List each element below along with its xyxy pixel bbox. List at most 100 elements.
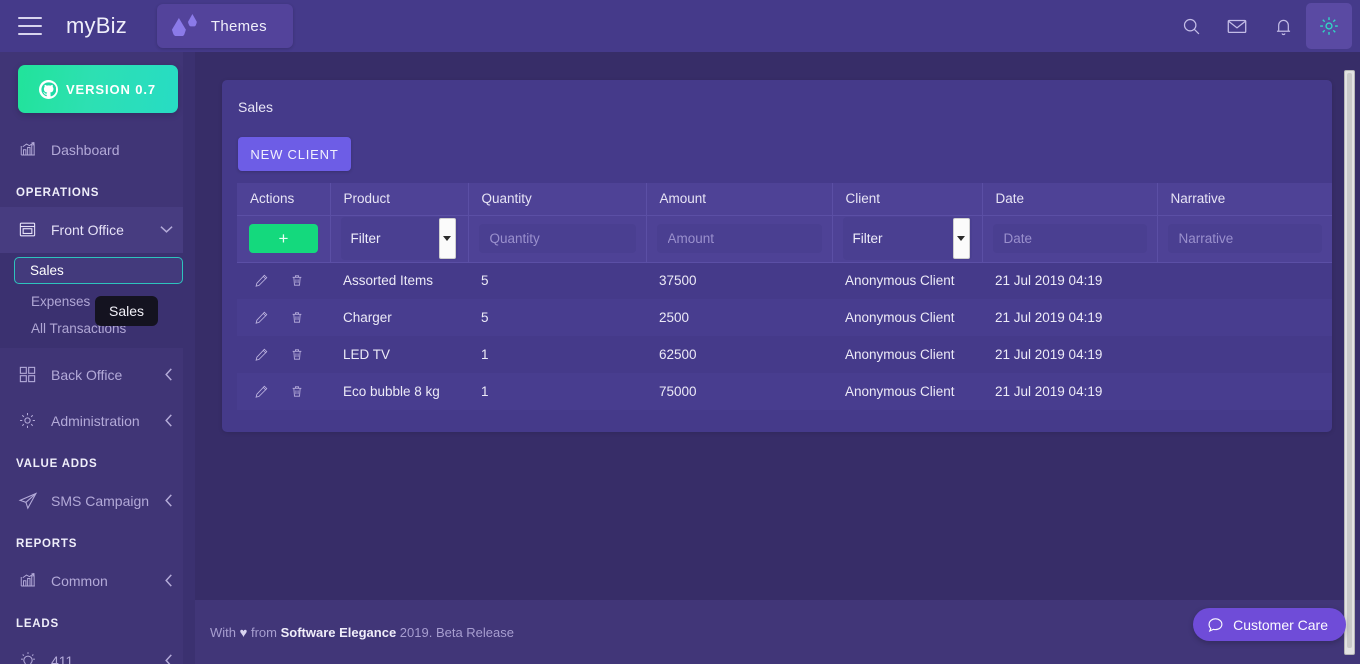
water-drop-icon — [171, 13, 201, 39]
cell-client: Anonymous Client — [832, 299, 982, 336]
chevron-left-icon — [164, 493, 173, 509]
sales-table: Actions Product Quantity Amount Client D… — [237, 183, 1332, 410]
chevron-left-icon — [164, 413, 173, 429]
chat-bubble-icon — [1208, 618, 1223, 632]
filter-cell-product: Filter — [330, 215, 469, 263]
sidebar-section-value-adds: VALUE ADDS — [16, 458, 98, 470]
sidebar-item-label: 411 — [51, 653, 74, 664]
column-header-date[interactable]: Date — [982, 183, 1158, 216]
delete-trash-icon[interactable] — [290, 310, 304, 325]
table-row: Charger 5 2500 Anonymous Client 21 Jul 2019 … — [237, 299, 1332, 336]
table-row: Assorted Items 5 37500 Anonymous Client 21 J… — [237, 262, 1332, 299]
footer-middle: from — [247, 625, 281, 640]
column-header-quantity[interactable]: Quantity — [468, 183, 647, 216]
footer-suffix: 2019. Beta Release — [396, 625, 514, 640]
column-header-narrative[interactable]: Narrative — [1157, 183, 1332, 216]
sidebar-item-label: Dashboard — [51, 142, 120, 158]
page-title: Sales — [238, 99, 274, 115]
sidebar-item-label: Front Office — [51, 222, 124, 238]
date-filter-input[interactable] — [992, 224, 1147, 253]
brand-logo[interactable]: myBiz — [66, 13, 127, 39]
footer: With ♥ from Software Elegance 2019. Beta… — [195, 600, 1360, 664]
cell-client: Anonymous Client — [832, 336, 982, 373]
sidebar-item-dashboard[interactable]: Dashboard — [0, 127, 195, 173]
quantity-filter-input[interactable] — [478, 224, 636, 253]
sidebar-section-leads: LEADS — [16, 618, 59, 630]
grid-icon — [18, 365, 40, 385]
sidebar-subitem-label: Expenses — [31, 294, 91, 309]
cell-amount: 37500 — [646, 262, 832, 299]
sidebar-section-operations: OPERATIONS — [16, 187, 100, 199]
sidebar-item-sales[interactable]: Sales — [14, 257, 183, 284]
filter-cell-date — [982, 215, 1158, 263]
column-header-actions[interactable]: Actions — [237, 183, 331, 216]
filter-cell-client: Filter — [832, 215, 983, 263]
sidebar-item-front-office[interactable]: Front Office — [0, 207, 195, 253]
edit-pencil-icon[interactable] — [254, 384, 269, 399]
customer-care-label: Customer Care — [1233, 616, 1328, 633]
column-header-product[interactable]: Product — [330, 183, 469, 216]
delete-trash-icon[interactable] — [290, 273, 304, 288]
table-row: LED TV 1 62500 Anonymous Client 21 Jul 2019 … — [237, 336, 1332, 373]
column-header-amount[interactable]: Amount — [646, 183, 833, 216]
sidebar-item-411[interactable]: 411 — [0, 638, 195, 664]
gear-icon[interactable] — [1306, 3, 1352, 49]
edit-pencil-icon[interactable] — [254, 310, 269, 325]
new-client-button[interactable]: NEW CLIENT — [238, 137, 351, 171]
sidebar-item-sms-campaign[interactable]: SMS Campaign — [0, 478, 195, 524]
client-filter-select[interactable]: Filter — [842, 217, 972, 260]
themes-button[interactable]: Themes — [156, 4, 293, 48]
cell-date: 21 Jul 2019 04:19 — [982, 336, 1157, 373]
edit-pencil-icon[interactable] — [254, 347, 269, 362]
footer-prefix: With — [210, 625, 240, 640]
cell-amount: 62500 — [646, 336, 832, 373]
gear-icon — [18, 411, 40, 431]
top-bar-actions — [1168, 0, 1360, 52]
sidebar-edge — [183, 52, 195, 664]
sidebar: VERSION 0.7 Dashboard OPERATIONS Front O… — [0, 52, 195, 664]
cell-quantity: 5 — [468, 299, 646, 336]
sidebar-item-back-office[interactable]: Back Office — [0, 352, 195, 398]
paper-plane-icon — [18, 491, 40, 511]
cell-narrative — [1157, 262, 1332, 299]
cell-amount: 75000 — [646, 373, 832, 410]
sidebar-item-common[interactable]: Common — [0, 558, 195, 604]
themes-button-label: Themes — [210, 17, 267, 35]
column-header-client[interactable]: Client — [832, 183, 983, 216]
version-badge[interactable]: VERSION 0.7 — [17, 65, 178, 113]
cell-client: Anonymous Client — [832, 373, 982, 410]
cell-narrative — [1157, 299, 1332, 336]
chevron-down-icon — [160, 224, 173, 236]
delete-trash-icon[interactable] — [290, 347, 304, 362]
table-row: Eco bubble 8 kg 1 75000 Anonymous Client 21 … — [237, 373, 1332, 410]
footer-credit: With ♥ from Software Elegance 2019. Beta… — [210, 625, 514, 640]
cell-product: Assorted Items — [330, 262, 468, 299]
mail-icon[interactable] — [1214, 3, 1260, 49]
chart-bar-icon — [18, 140, 40, 160]
footer-company: Software Elegance — [280, 625, 397, 640]
cell-quantity: 1 — [468, 373, 646, 410]
narrative-filter-input[interactable] — [1167, 224, 1322, 253]
add-row-button[interactable]: + — [249, 224, 318, 253]
amount-filter-input[interactable] — [656, 224, 822, 253]
cell-date: 21 Jul 2019 04:19 — [982, 262, 1157, 299]
chevron-left-icon — [164, 573, 173, 589]
chart-bar-icon — [18, 571, 40, 591]
sidebar-scrollbar[interactable] — [1344, 70, 1355, 655]
version-badge-label: VERSION 0.7 — [65, 81, 157, 97]
cell-quantity: 5 — [468, 262, 646, 299]
bell-icon[interactable] — [1260, 3, 1306, 49]
product-filter-select[interactable]: Filter — [340, 217, 458, 260]
customer-care-button[interactable]: Customer Care — [1193, 608, 1346, 641]
top-bar: myBiz Themes — [0, 0, 1360, 52]
sidebar-item-label: SMS Campaign — [51, 493, 150, 509]
main-content: Sales NEW CLIENT Actions Product Quantit… — [195, 52, 1360, 600]
table-filter-row: + Filter Quantity Amount Filter Date Nar… — [237, 215, 1332, 263]
sidebar-item-administration[interactable]: Administration — [0, 398, 195, 444]
search-icon[interactable] — [1168, 3, 1214, 49]
delete-trash-icon[interactable] — [290, 384, 304, 399]
hamburger-icon[interactable] — [18, 17, 42, 35]
edit-pencil-icon[interactable] — [254, 273, 269, 288]
tooltip-sales: Sales — [95, 296, 159, 326]
filter-cell-actions: + — [237, 215, 331, 263]
